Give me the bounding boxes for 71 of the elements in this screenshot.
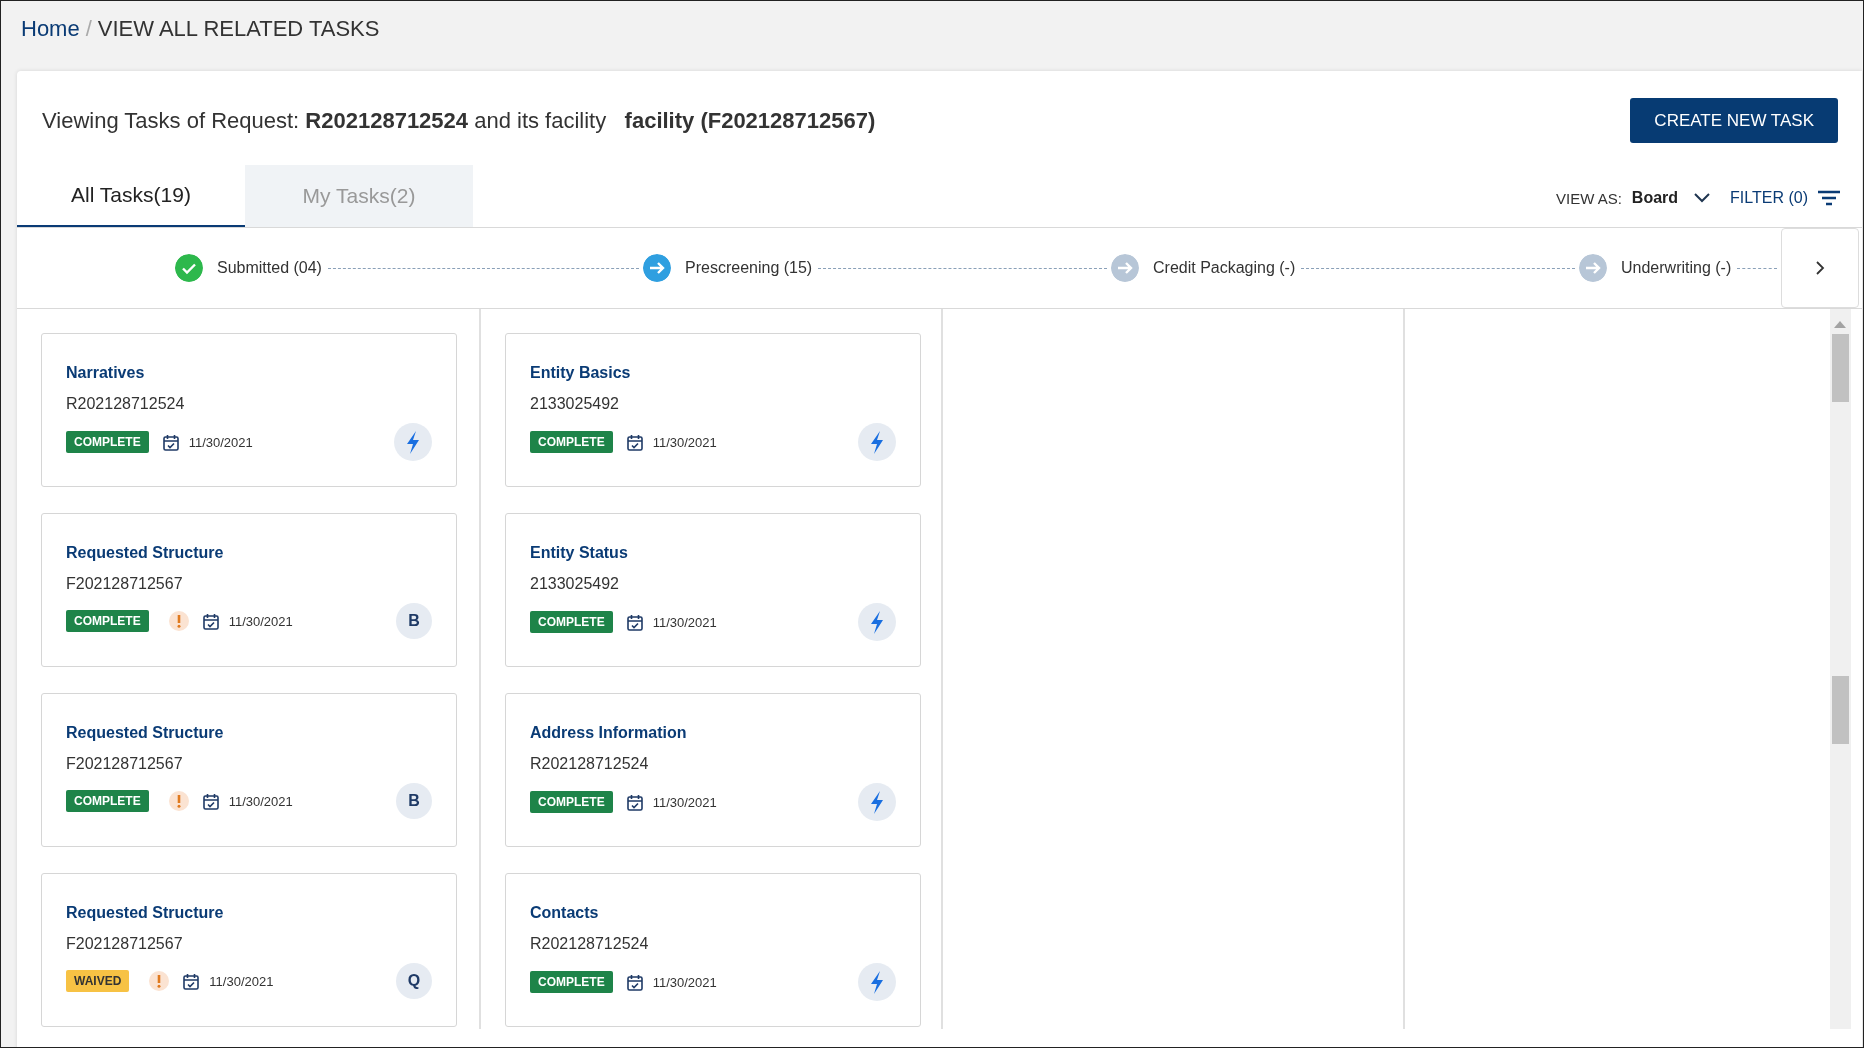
due-date: 11/30/2021 bbox=[228, 793, 293, 809]
task-title[interactable]: Entity Basics bbox=[530, 364, 896, 382]
task-title[interactable]: Requested Structure bbox=[66, 904, 432, 922]
status-badge: COMPLETE bbox=[530, 791, 613, 813]
chevron-right-icon[interactable] bbox=[1815, 260, 1825, 276]
scrollbar-thumb[interactable] bbox=[1832, 676, 1849, 744]
calendar-icon bbox=[626, 793, 643, 811]
calendar-icon bbox=[183, 972, 200, 990]
status-badge: WAIVED bbox=[66, 970, 130, 992]
due-date: 11/30/2021 bbox=[652, 974, 717, 990]
due-date: 11/30/2021 bbox=[209, 973, 274, 989]
due-date: 11/30/2021 bbox=[652, 614, 717, 630]
task-id: 2133025492 bbox=[530, 395, 620, 413]
page-title: Viewing Tasks of Request: R202128712524 and its facility facility (F202128712567) bbox=[42, 107, 876, 134]
task-id: R202128712524 bbox=[530, 935, 650, 953]
task-card[interactable]: Requested Structure F202128712567 WAIVED 11/30/2021 Q bbox=[41, 873, 457, 1027]
view-as-label: VIEW AS: bbox=[1555, 189, 1622, 207]
status-badge: COMPLETE bbox=[530, 971, 613, 993]
task-card[interactable]: Requested Structure F202128712567 COMPLETE 11/30/2021 B bbox=[41, 693, 457, 847]
task-title[interactable]: Address Information bbox=[530, 724, 896, 742]
task-title[interactable]: Entity Status bbox=[530, 544, 896, 562]
scrollbar-thumb[interactable] bbox=[1832, 334, 1849, 402]
filter-button[interactable]: FILTER (0) bbox=[1730, 189, 1808, 207]
status-badge: COMPLETE bbox=[66, 610, 149, 632]
step-label: Prescreening (15) bbox=[685, 259, 813, 277]
task-id: F202128712567 bbox=[66, 935, 184, 953]
view-as-dropdown[interactable]: Board bbox=[1631, 189, 1679, 207]
assignee-avatar: Q bbox=[396, 963, 432, 999]
chevron-down-icon[interactable] bbox=[1694, 193, 1711, 203]
task-card[interactable]: Requested Structure F202128712567 COMPLETE 11/30/2021 B bbox=[41, 513, 457, 667]
scroll-up-icon[interactable] bbox=[1834, 321, 1846, 328]
calendar-icon bbox=[202, 612, 219, 630]
calendar-icon bbox=[162, 433, 179, 451]
task-title[interactable]: Requested Structure bbox=[66, 544, 432, 562]
task-id: F202128712567 bbox=[66, 755, 184, 773]
home-link[interactable]: Home bbox=[21, 16, 80, 42]
task-title[interactable]: Narratives bbox=[66, 364, 432, 382]
task-title[interactable]: Contacts bbox=[530, 904, 896, 922]
calendar-icon bbox=[626, 433, 643, 451]
tab[interactable]: All Tasks(19) bbox=[17, 165, 245, 227]
status-badge: COMPLETE bbox=[530, 611, 613, 633]
due-date: 11/30/2021 bbox=[228, 613, 293, 629]
task-card[interactable]: Narratives R202128712524 COMPLETE 11/30/2021 bbox=[41, 333, 457, 487]
calendar-icon bbox=[626, 613, 643, 631]
scrollbar[interactable] bbox=[1830, 309, 1851, 1029]
step-label: Underwriting (-) bbox=[1621, 259, 1732, 277]
task-card[interactable]: Contacts R202128712524 COMPLETE 11/30/2021 bbox=[505, 873, 921, 1027]
task-id: 2133025492 bbox=[530, 575, 620, 593]
calendar-icon bbox=[626, 973, 643, 991]
task-card[interactable]: Address Information R202128712524 COMPLETE 11/30/2021 bbox=[505, 693, 921, 847]
task-id: R202128712524 bbox=[530, 755, 650, 773]
calendar-icon bbox=[202, 792, 219, 810]
task-id: F202128712567 bbox=[66, 575, 184, 593]
breadcrumb-separator: / bbox=[85, 16, 92, 42]
task-id: R202128712524 bbox=[66, 395, 186, 413]
assignee-avatar: B bbox=[396, 783, 432, 819]
status-badge: COMPLETE bbox=[66, 431, 149, 453]
task-title[interactable]: Requested Structure bbox=[66, 724, 432, 742]
create-new-task-button[interactable]: CREATE NEW TASK bbox=[1630, 98, 1838, 143]
breadcrumb-current: VIEW ALL RELATED TASKS bbox=[97, 16, 380, 42]
due-date: 11/30/2021 bbox=[188, 434, 253, 450]
step-label: Credit Packaging (-) bbox=[1153, 259, 1296, 277]
status-badge: COMPLETE bbox=[530, 431, 613, 453]
step-label: Submitted (04) bbox=[217, 259, 322, 277]
filter-icon[interactable] bbox=[1818, 190, 1840, 206]
task-card[interactable]: Entity Basics 2133025492 COMPLETE 11/30/2021 bbox=[505, 333, 921, 487]
due-date: 11/30/2021 bbox=[652, 434, 717, 450]
task-card[interactable]: Entity Status 2133025492 COMPLETE 11/30/2021 bbox=[505, 513, 921, 667]
status-badge: COMPLETE bbox=[66, 790, 149, 812]
assignee-avatar: B bbox=[396, 603, 432, 639]
due-date: 11/30/2021 bbox=[652, 794, 717, 810]
